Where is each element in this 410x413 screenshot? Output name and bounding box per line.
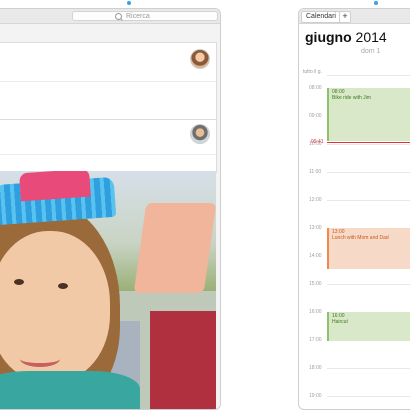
conversation-card[interactable] (0, 119, 217, 173)
all-day-label: tutto il g. (303, 69, 322, 75)
photo-eye (58, 283, 68, 289)
event-title: Bike ride with Jim (332, 95, 371, 101)
hour-label: 17:00 (309, 337, 322, 343)
photo-shirt (0, 371, 140, 409)
hour-line (327, 172, 410, 173)
page-indicator-dot (374, 1, 378, 5)
hour-label: 11:00 (309, 169, 322, 175)
calendar-screen: Calendari + giugno 2014 dom 1 tutto il g… (298, 8, 410, 410)
add-event-button[interactable]: + (339, 11, 351, 23)
calendars-button[interactable]: Calendari (301, 11, 341, 23)
hour-label: 18:00 (309, 365, 322, 371)
photo-chair (133, 203, 216, 293)
divider (0, 154, 216, 155)
top-bar: Ricerca (0, 9, 220, 24)
divider (0, 81, 216, 82)
event-haircut[interactable]: 16:00 Haircut (327, 312, 410, 341)
hour-line (327, 200, 410, 201)
hour-label: 16:00 (309, 309, 322, 315)
hour-label: 14:00 (309, 253, 322, 259)
top-bar: Calendari + (299, 9, 410, 24)
weekday-label: dom 1 (361, 48, 381, 55)
search-placeholder: Ricerca (126, 13, 150, 20)
all-day-divider (327, 75, 410, 76)
hour-label: 08:00 (309, 85, 322, 91)
photo-girl-birthday[interactable] (0, 171, 216, 409)
year: 2014 (355, 29, 387, 45)
hour-label: 12:00 (309, 197, 322, 203)
current-time-label: 09:41 (311, 139, 324, 145)
hour-label: 19:00 (309, 393, 322, 399)
avatar (190, 49, 210, 69)
event-bike-ride[interactable]: 08:00 Bike ride with Jim (327, 88, 410, 141)
hour-line (327, 284, 410, 285)
photo-red-chair (150, 311, 216, 409)
photo-party-hat (19, 171, 91, 202)
event-lunch[interactable]: 13:00 Lunch with Mom and Dad (327, 228, 410, 269)
photo-eye (14, 279, 24, 285)
hour-label: 13:00 (309, 225, 322, 231)
photo-smile (20, 351, 60, 367)
hour-line (327, 144, 410, 145)
event-title: Lunch with Mom and Dad (332, 235, 389, 241)
hour-line (327, 396, 410, 397)
hour-line (327, 368, 410, 369)
month-title: giugno 2014 (305, 29, 387, 45)
current-time-line (327, 142, 410, 143)
conversation-card[interactable] (0, 42, 217, 120)
month-name: giugno (305, 29, 352, 45)
search-field[interactable]: Ricerca (72, 11, 218, 21)
avatar (190, 124, 210, 144)
page-indicator-dot (127, 1, 131, 5)
event-title: Haircut (332, 319, 348, 325)
search-icon (115, 13, 122, 20)
messages-screen: Ricerca (0, 8, 221, 410)
hour-label: 09:00 (309, 113, 322, 119)
hour-label: 15:00 (309, 281, 322, 287)
